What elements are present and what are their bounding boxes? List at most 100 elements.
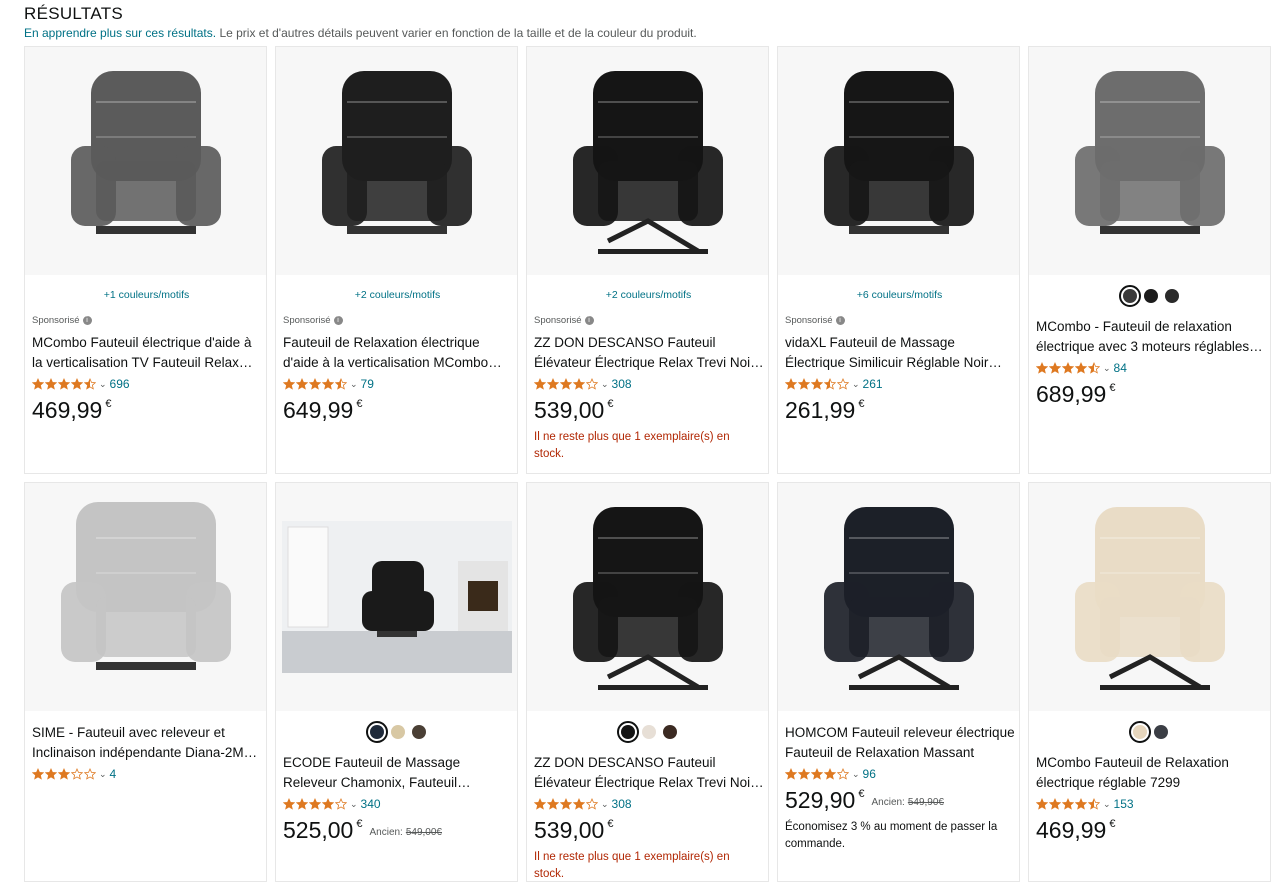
price-value: 469,99: [32, 397, 103, 423]
price-currency: €: [858, 398, 865, 410]
product-card[interactable]: HOMCOM Fauteuil releveur électrique Faut…: [777, 482, 1020, 882]
color-swatch[interactable]: [411, 725, 426, 739]
product-price[interactable]: 469,99 €: [32, 397, 111, 423]
product-rating[interactable]: ⌄ 308: [534, 797, 632, 811]
color-variants-link[interactable]: +2 couleurs/motifs: [276, 289, 519, 301]
chevron-down-icon: ⌄: [852, 768, 860, 779]
product-price[interactable]: 469,99 €: [1036, 817, 1115, 843]
star-icon: [1062, 362, 1074, 374]
product-card[interactable]: ECODE Fauteuil de Massage Releveur Chamo…: [275, 482, 518, 882]
info-icon[interactable]: i: [333, 316, 343, 325]
info-icon[interactable]: i: [835, 316, 845, 325]
color-swatch[interactable]: [1118, 285, 1141, 307]
product-price[interactable]: 689,99 €: [1036, 381, 1115, 407]
color-swatch[interactable]: [1129, 721, 1151, 743]
sponsored-text: Sponsorisé: [785, 315, 833, 326]
color-swatch[interactable]: [662, 725, 677, 739]
product-price[interactable]: 649,99 €: [283, 397, 362, 423]
product-price[interactable]: 539,00 €: [534, 397, 613, 423]
product-image[interactable]: [1029, 483, 1270, 711]
star-icon: [534, 798, 546, 810]
product-title[interactable]: ZZ DON DESCANSO Fauteuil Élévateur Élect…: [534, 333, 764, 373]
color-variants-link[interactable]: +2 couleurs/motifs: [527, 289, 770, 301]
learn-more-link[interactable]: En apprendre plus sur ces résultats.: [24, 26, 216, 40]
color-variants-link[interactable]: +6 couleurs/motifs: [778, 289, 1021, 301]
color-variants-link[interactable]: +1 couleurs/motifs: [25, 289, 268, 301]
star-icon: [547, 798, 559, 810]
sponsored-label[interactable]: Sponsorisé i: [534, 315, 594, 326]
chevron-down-icon: ⌄: [601, 798, 609, 809]
color-swatch[interactable]: [641, 725, 656, 739]
color-swatch[interactable]: [1154, 725, 1168, 739]
product-card[interactable]: +6 couleurs/motifs Sponsorisé i vidaXL Faut…: [777, 46, 1020, 474]
product-rating[interactable]: ⌄ 96: [785, 767, 876, 781]
product-title[interactable]: MCombo - Fauteuil de relaxation électriq…: [1036, 317, 1266, 357]
lift-chair-icon: [538, 51, 758, 271]
product-price[interactable]: 539,00 €: [534, 817, 613, 843]
info-icon[interactable]: i: [584, 316, 594, 325]
chevron-down-icon: ⌄: [350, 798, 358, 809]
color-swatch[interactable]: [390, 725, 405, 739]
price-currency: €: [858, 788, 865, 800]
product-title[interactable]: MCombo Fauteuil électrique d'aide à la v…: [32, 333, 262, 373]
product-rating[interactable]: ⌄ 696: [32, 377, 130, 391]
color-swatch[interactable]: [616, 721, 639, 743]
product-image[interactable]: [25, 47, 266, 275]
info-icon[interactable]: i: [82, 316, 92, 325]
old-price: 549,00€: [405, 827, 442, 838]
product-image[interactable]: [276, 47, 517, 275]
product-image[interactable]: [778, 483, 1019, 711]
star-icon: [309, 798, 321, 810]
star-icon: [798, 378, 810, 390]
product-image[interactable]: [276, 483, 517, 711]
product-image[interactable]: [527, 483, 768, 711]
product-card[interactable]: ZZ DON DESCANSO Fauteuil Élévateur Élect…: [526, 482, 769, 882]
star-icon: [785, 378, 797, 390]
product-image[interactable]: [1029, 47, 1270, 275]
room-scene-icon: [281, 521, 512, 673]
product-title[interactable]: Fauteuil de Relaxation électrique d'aide…: [283, 333, 513, 373]
product-rating[interactable]: ⌄ 79: [283, 377, 374, 391]
product-price[interactable]: 261,99 €: [785, 397, 864, 423]
product-rating[interactable]: ⌄ 340: [283, 797, 381, 811]
product-title[interactable]: ZZ DON DESCANSO Fauteuil Élévateur Élect…: [534, 753, 764, 793]
star-icon: [1036, 798, 1048, 810]
product-price[interactable]: 529,90 € Ancien: 549,90€: [785, 787, 944, 813]
product-card[interactable]: MCombo - Fauteuil de relaxation électriq…: [1028, 46, 1271, 474]
sponsored-label[interactable]: Sponsorisé i: [32, 315, 92, 326]
product-title[interactable]: vidaXL Fauteuil de Massage Électrique Si…: [785, 333, 1015, 373]
product-title[interactable]: SIME - Fauteuil avec releveur et Inclina…: [32, 723, 262, 763]
star-rating: [283, 798, 347, 810]
results-header-title: RÉSULTATS: [24, 4, 124, 23]
product-title[interactable]: HOMCOM Fauteuil releveur électrique Faut…: [785, 723, 1015, 763]
color-swatch[interactable]: [1164, 289, 1179, 303]
product-rating[interactable]: ⌄ 153: [1036, 797, 1134, 811]
recliner-icon: [1040, 51, 1260, 271]
product-image[interactable]: [25, 483, 266, 711]
product-card[interactable]: SIME - Fauteuil avec releveur et Inclina…: [24, 482, 267, 882]
product-title[interactable]: MCombo Fauteuil de Relaxation électrique…: [1036, 753, 1266, 793]
product-image[interactable]: [527, 47, 768, 275]
product-card[interactable]: MCombo Fauteuil de Relaxation électrique…: [1028, 482, 1271, 882]
sponsored-label[interactable]: Sponsorisé i: [785, 315, 845, 326]
chevron-down-icon: ⌄: [99, 768, 107, 779]
product-rating[interactable]: ⌄ 308: [534, 377, 632, 391]
star-rating: [534, 798, 598, 810]
product-image[interactable]: [778, 47, 1019, 275]
color-swatch[interactable]: [1143, 289, 1158, 303]
price-currency: €: [356, 398, 363, 410]
review-count: 79: [360, 377, 374, 391]
product-card[interactable]: +1 couleurs/motifs Sponsorisé i MCombo Faut…: [24, 46, 267, 474]
product-price[interactable]: 525,00 € Ancien: 549,00€: [283, 817, 442, 843]
product-title[interactable]: ECODE Fauteuil de Massage Releveur Chamo…: [283, 753, 513, 793]
product-card[interactable]: +2 couleurs/motifs Sponsorisé i Fauteuil de…: [275, 46, 518, 474]
sponsored-label[interactable]: Sponsorisé i: [283, 315, 343, 326]
product-rating[interactable]: ⌄ 84: [1036, 361, 1127, 375]
star-icon: [1049, 362, 1061, 374]
product-rating[interactable]: ⌄ 261: [785, 377, 883, 391]
star-icon: [335, 798, 347, 810]
product-card[interactable]: +2 couleurs/motifs Sponsorisé i ZZ DON DESC…: [526, 46, 769, 474]
color-swatch[interactable]: [365, 721, 388, 743]
star-icon: [71, 378, 83, 390]
product-rating[interactable]: ⌄ 4: [32, 767, 116, 781]
